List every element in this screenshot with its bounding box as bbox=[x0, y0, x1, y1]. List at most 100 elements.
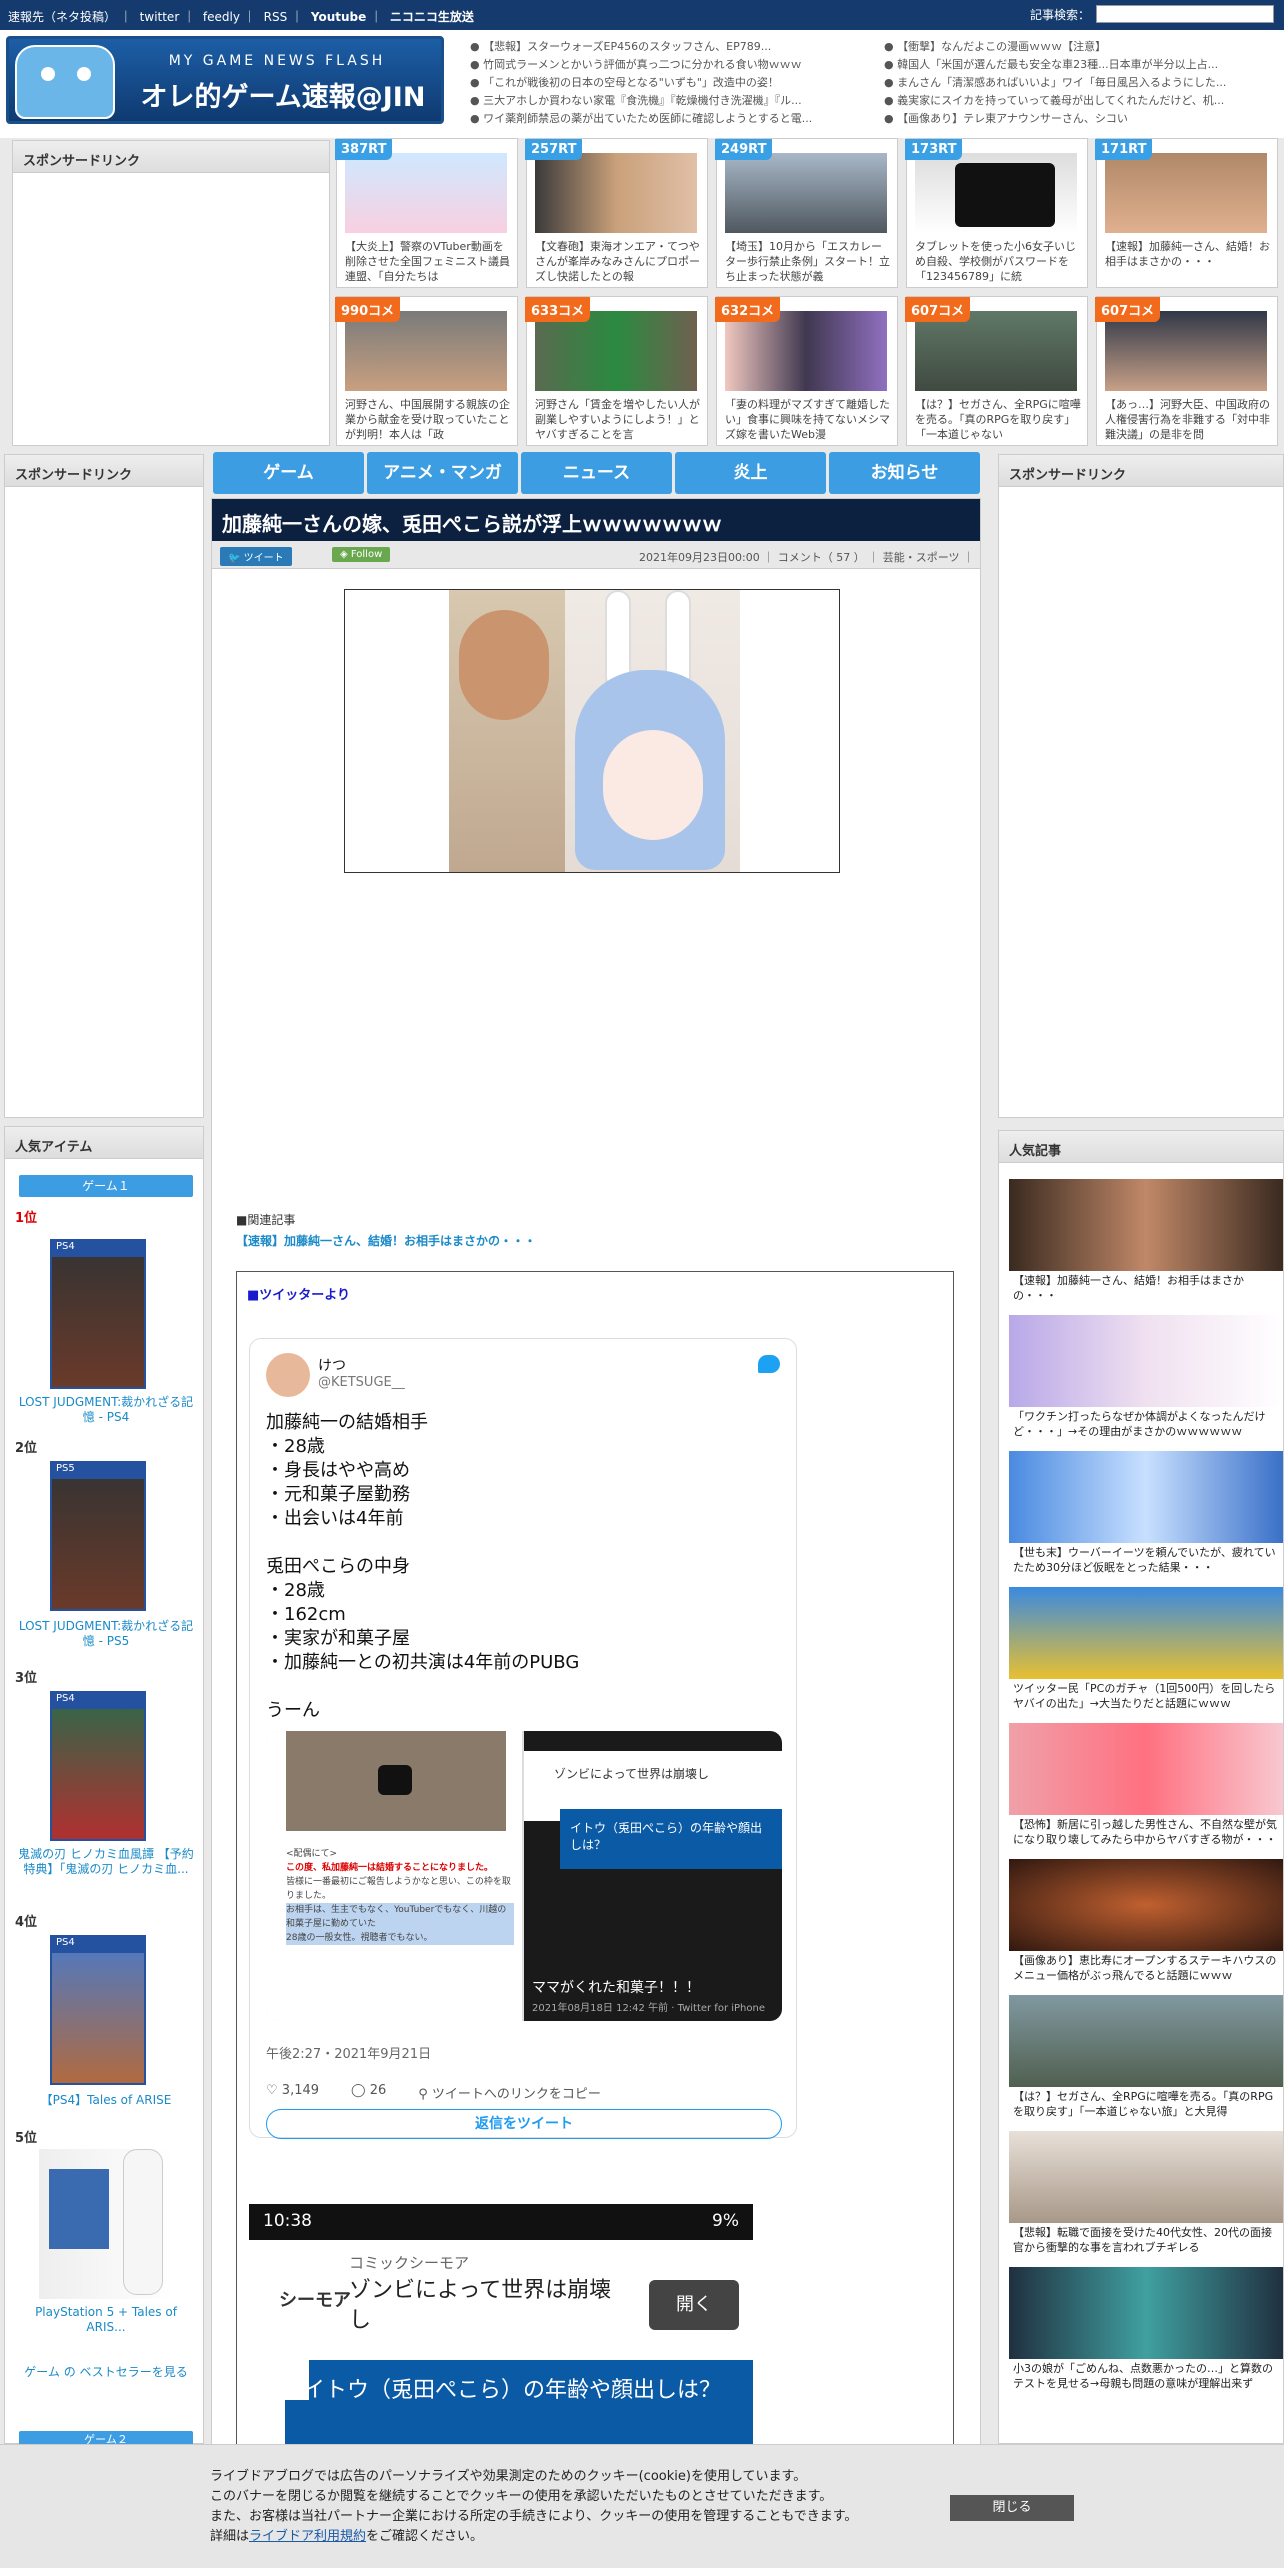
media-red-text: この度、私加藤純一は結婚することになりました。 bbox=[286, 1863, 494, 1873]
popular-article[interactable]: 【速報】加藤純一さん、結婚！お相手はまさかの・・・ bbox=[1009, 1179, 1283, 1307]
nav-tab-game[interactable]: ゲーム bbox=[213, 452, 364, 494]
popular-article[interactable]: 【は？】セガさん、全RPGに喧嘩を売る。「真のRPGを取り戻す」「一本道じゃない… bbox=[1009, 1995, 1283, 2123]
embedded-tweet[interactable]: けつ @KETSUGE__ 加藤純一の結婚相手 ・28歳 ・身長はやや高め ・元… bbox=[249, 1338, 797, 2139]
rank-name[interactable]: PlayStation 5 + Tales of ARIS... bbox=[15, 2305, 197, 2335]
sponsor-label: スポンサードリンク bbox=[999, 455, 1283, 487]
thumb-item[interactable]: 990コメ 河野さん、中国展開する親族の企業から献金を受け取っていたことが判明！本… bbox=[335, 296, 518, 446]
rank-number: 5位 bbox=[15, 2131, 38, 2146]
headline-item[interactable]: ● 「これが戦後初の日本の空母となる"いずも"」改造中の姿！ bbox=[470, 74, 870, 92]
media-text: お相手は、生主でもなく、YouTuberでもなく、川越の和菓子屋に勤めていた bbox=[286, 1903, 514, 1931]
headline-item[interactable]: ● 【衝撃】なんだよこの漫画ｗｗｗ【注意】 bbox=[884, 38, 1284, 56]
nav-tab-news[interactable]: ニュース bbox=[521, 452, 672, 494]
link-niconico[interactable]: ニコニコ生放送 bbox=[390, 10, 474, 24]
thumb-item[interactable]: 249RT 【埼玉】10月から「エスカレーター歩行禁止条例」スタート！立ち止まった… bbox=[715, 138, 898, 288]
avatar[interactable] bbox=[266, 1353, 310, 1397]
popular-caption: 小3の娘が「ごめんね、点数悪かったの…」と算数のテストを見せる→母親も問題の意味… bbox=[1009, 2359, 1283, 2395]
headline-item[interactable]: ● 【画像あり】テレ東アナウンサーさん、シコい bbox=[884, 110, 1284, 128]
popular-article[interactable]: 小3の娘が「ごめんね、点数悪かったの…」と算数のテストを見せる→母親も問題の意味… bbox=[1009, 2267, 1283, 2395]
popular-article[interactable]: 「ワクチン打ったらなぜか体調がよくなったんだけど・・・」→その理由がまさかのｗｗ… bbox=[1009, 1315, 1283, 1443]
thumb-text: 【は？】セガさん、全RPGに喧嘩を売る。「真のRPGを取り戻す」「一本道じゃない bbox=[915, 398, 1081, 441]
bestseller-link[interactable]: ゲーム の ベストセラーを見る bbox=[15, 2363, 197, 2380]
popular-items-box: 人気アイテム ゲーム１ 1位 PS4 LOST JUDGMENT:裁かれざる記憶… bbox=[4, 1126, 204, 2445]
rank-name[interactable]: 鬼滅の刃 ヒノカミ血風譚 【予約特典】「鬼滅の刃 ヒノカミ血... bbox=[15, 1847, 197, 1877]
tweet-author-name[interactable]: けつ bbox=[318, 1355, 346, 1375]
popular-article[interactable]: 【悲報】転職で面接を受けた40代女性、20代の面接官から衝撃的な事を言われブチギ… bbox=[1009, 2131, 1283, 2259]
rt-badge: 249RT bbox=[715, 139, 773, 160]
article-meta: 🐦 ツイート ◈ Follow 2021年09月23日00:00 ｜ コメント（… bbox=[212, 541, 980, 569]
popular-article[interactable]: 【恐怖】新居に引っ越した男性さん、不自然な壁が気になり取り壊してみたら中からヤバ… bbox=[1009, 1723, 1283, 1851]
rank-number: 1位 bbox=[15, 1211, 38, 1226]
headline-item[interactable]: ● 【悲報】スターウォーズEP456のスタッフさん、EP789... bbox=[470, 38, 870, 56]
ad-title: ゾンビによって世界は崩壊し bbox=[349, 2278, 612, 2333]
reply-tweet-button[interactable]: 返信をツイート bbox=[266, 2109, 782, 2139]
cookie-close-button[interactable]: 閉じる bbox=[950, 2495, 1074, 2521]
popular-article[interactable]: 【世も末】ウーバーイーツを頼んでいたが、疲れていたため30分ほど仮眠をとった結果… bbox=[1009, 1451, 1283, 1579]
popular-caption: 【世も末】ウーバーイーツを頼んでいたが、疲れていたため30分ほど仮眠をとった結果… bbox=[1009, 1543, 1283, 1579]
nav-tab-enjou[interactable]: 炎上 bbox=[675, 452, 826, 494]
tweet-media-1[interactable]: <配偶にて> この度、私加藤純一は結婚することになりました。 皆様に一番最初にご… bbox=[266, 1731, 522, 2021]
popular-article[interactable]: 【画像あり】恵比寿にオープンするステーキハウスのメニュー価格がぶっ飛んでると話題… bbox=[1009, 1859, 1283, 1987]
reply-count-button[interactable]: ◯ 26 bbox=[351, 2083, 386, 2102]
comment-icon: ◯ bbox=[351, 2083, 370, 2098]
headline-item[interactable]: ● まんさん「清潔感あればいいよ」ワイ「毎日風呂入るようにした... bbox=[884, 74, 1284, 92]
mascot-icon bbox=[15, 45, 115, 119]
thumb-item[interactable]: 387RT 【大炎上】警察のVTuber動画を削除させた全国フェミニスト議員連盟、… bbox=[335, 138, 518, 288]
terms-link[interactable]: ライブドア利用規約 bbox=[249, 2529, 366, 2544]
top-links: 速報先（ネタ投稿） ｜ twitter ｜ feedly ｜ RSS ｜ You… bbox=[8, 10, 474, 24]
headline-item[interactable]: ● 竹岡式ラーメンとかいう評価が真っ二つに分かれる食い物ｗｗｗ bbox=[470, 56, 870, 74]
link-submit[interactable]: 速報先（ネタ投稿） bbox=[8, 10, 116, 24]
tweet-author-handle[interactable]: @KETSUGE__ bbox=[318, 1375, 405, 1390]
cookie-message: ライブドアブログでは広告のパーソナライズや効果測定のためのクッキー(cookie… bbox=[210, 2469, 858, 2544]
tweet-media-2[interactable]: ゾンビによって世界は崩壊し イトウ（兎田ぺこら）の年齢や顔出しは？ ママがくれた… bbox=[524, 1731, 782, 2021]
game1-tab[interactable]: ゲーム１ bbox=[19, 1175, 193, 1197]
site-logo[interactable]: MY GAME NEWS FLASH オレ的ゲーム速報@JIN bbox=[6, 36, 444, 124]
phone-status-bar: 10:38 9% bbox=[249, 2204, 753, 2240]
twitter-bird-icon[interactable] bbox=[758, 1355, 780, 1373]
thumb-item[interactable]: 173RT タブレットを使った小6女子いじめ自殺、学校側がパスワードを「12345… bbox=[905, 138, 1088, 288]
rt-badge: 257RT bbox=[525, 139, 583, 160]
comment-badge: 990コメ bbox=[335, 297, 401, 322]
link-feedly[interactable]: feedly bbox=[203, 10, 240, 24]
link-youtube[interactable]: Youtube bbox=[311, 10, 366, 24]
copy-link-button[interactable]: ⚲ ツイートへのリンクをコピー bbox=[418, 2083, 601, 2102]
follow-button[interactable]: ◈ Follow bbox=[332, 547, 391, 562]
headline-item[interactable]: ● 義実家にスイカを持っていって義母が出してくれたんだけど、机... bbox=[884, 92, 1284, 110]
headline-item[interactable]: ● 韓国人「米国が選んだ最も安全な車23種...日本車が半分以上占... bbox=[884, 56, 1284, 74]
nav-tab-info[interactable]: お知らせ bbox=[829, 452, 980, 494]
game2-tab[interactable]: ゲーム２ bbox=[19, 2431, 193, 2445]
thumb-item[interactable]: 607コメ 【は？】セガさん、全RPGに喧嘩を売る。「真のRPGを取り戻す」「一本… bbox=[905, 296, 1088, 446]
header: MY GAME NEWS FLASH オレ的ゲーム速報@JIN ● 【悲報】スタ… bbox=[0, 30, 1284, 138]
cover-platform: PS5 bbox=[52, 1463, 144, 1479]
thumb-item[interactable]: 171RT 【速報】加藤純一さん、結婚！お相手はまさかの・・・ bbox=[1095, 138, 1278, 288]
thumb-text: 「妻の料理がマズすぎて離婚したい」食事に興味を持てないメシマズ嫁を書いたWeb漫 bbox=[725, 398, 890, 441]
play-icon[interactable] bbox=[378, 1765, 412, 1795]
sponsor-label: スポンサードリンク bbox=[13, 141, 329, 173]
search-label: 記事検索： bbox=[1029, 7, 1090, 22]
cookie-banner: ライブドアブログでは広告のパーソナライズや効果測定のためのクッキー(cookie… bbox=[0, 2444, 1284, 2568]
thumb-item[interactable]: 633コメ 河野さん「賃金を増やしたい人が副業しやすいようにしよう！」とヤバすぎる… bbox=[525, 296, 708, 446]
media-bar-text: イトウ（兎田ぺこら）の年齢や顔出しは？ bbox=[560, 1809, 782, 1869]
rank-name[interactable]: 【PS4】Tales of ARISE bbox=[15, 2093, 197, 2108]
popular-article[interactable]: ツイッター民「PCのガチャ（1回500円）を回したらヤバイの出た」→大当たりだと… bbox=[1009, 1587, 1283, 1715]
category-nav: ゲーム アニメ・マンガ ニュース 炎上 お知らせ bbox=[213, 452, 980, 494]
related-link[interactable]: 【速報】加藤純一さん、結婚！お相手はまさかの・・・ bbox=[236, 1232, 536, 1249]
link-rss[interactable]: RSS bbox=[264, 10, 288, 24]
rank-name[interactable]: LOST JUDGMENT:裁かれざる記憶 - PS4 bbox=[15, 1395, 197, 1425]
thumb-item[interactable]: 632コメ 「妻の料理がマズすぎて離婚したい」食事に興味を持てないメシマズ嫁を書い… bbox=[715, 296, 898, 446]
ad-subtitle: コミックシーモア bbox=[349, 2254, 470, 2272]
ad-banner: シーモア コミックシーモア ゾンビによって世界は崩壊し 開く bbox=[249, 2240, 753, 2360]
headline-item[interactable]: ● 三大アホしか買わない家電『食洗機』『乾燥機付き洗濯機』『ル... bbox=[470, 92, 870, 110]
tweet-media[interactable]: <配偶にて> この度、私加藤純一は結婚することになりました。 皆様に一番最初にご… bbox=[266, 1731, 782, 2021]
tweet-timestamp[interactable]: 午後2:27・2021年9月21日 bbox=[266, 2043, 431, 2062]
link-twitter[interactable]: twitter bbox=[140, 10, 180, 24]
headline-item[interactable]: ● ワイ薬剤師禁忌の薬が出ていたため医師に確認しようとすると電... bbox=[470, 110, 870, 128]
search-input[interactable] bbox=[1096, 5, 1274, 23]
thumb-item[interactable]: 607コメ 【あっ…】河野大臣、中国政府の人権侵害行為を非難する「対中非難決議」の… bbox=[1095, 296, 1278, 446]
like-button[interactable]: ♡ 3,149 bbox=[266, 2083, 319, 2102]
thumb-item[interactable]: 257RT 【文春砲】東海オンエア・てつやさんが峯岸みなみさんにプロポーズし快諾し… bbox=[525, 138, 708, 288]
rank-name[interactable]: LOST JUDGMENT:裁かれざる記憶 - PS5 bbox=[15, 1619, 197, 1649]
tweet-body: 加藤純一の結婚相手 ・28歳 ・身長はやや高め ・元和菓子屋勤務 ・出会いは4年… bbox=[266, 1412, 580, 1721]
media-text: 皆様に一番最初にご報告しようかなと思い、この枠を取りました。 bbox=[286, 1877, 511, 1901]
nav-tab-anime[interactable]: アニメ・マンガ bbox=[367, 452, 518, 494]
tweet-button[interactable]: 🐦 ツイート bbox=[220, 547, 292, 566]
